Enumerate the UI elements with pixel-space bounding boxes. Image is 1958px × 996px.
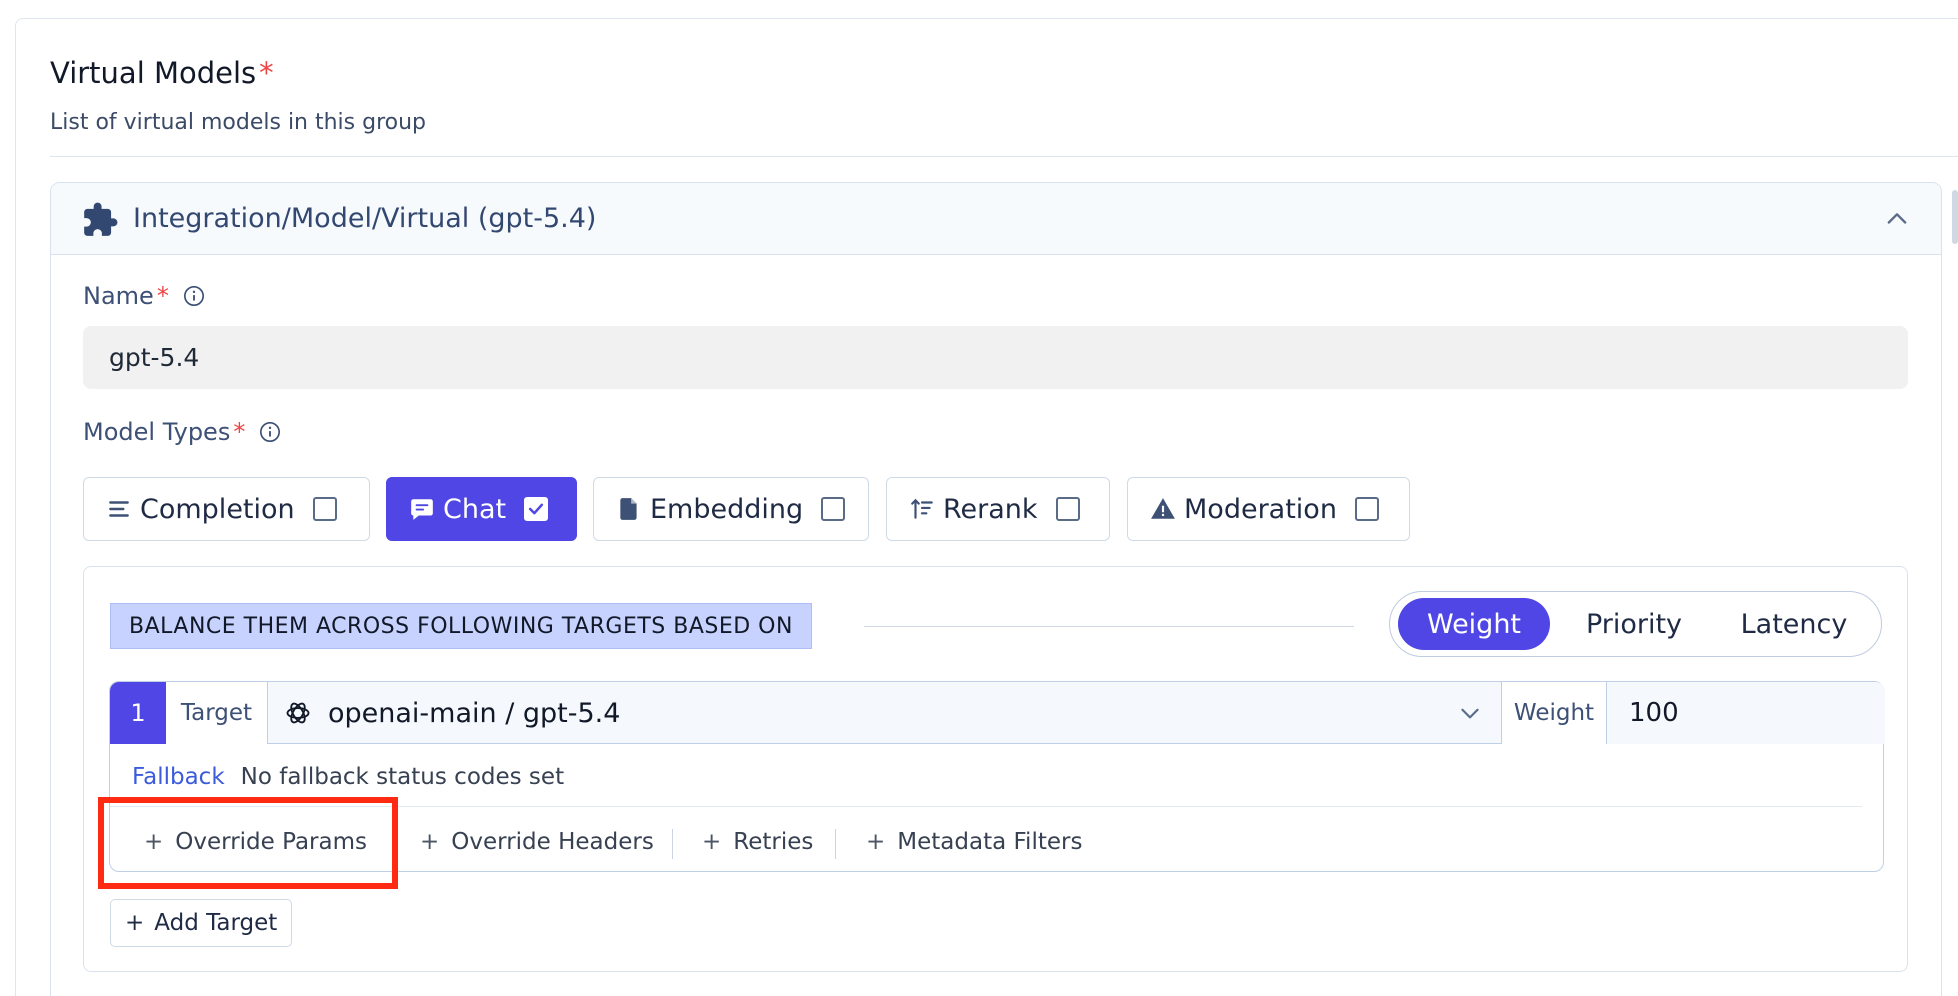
name-label: Name * <box>83 282 205 310</box>
target-model-value: openai-main / gpt-5.4 <box>328 697 621 729</box>
strategy-latency[interactable]: Latency <box>1718 598 1870 650</box>
target-model-select[interactable]: openai-main / gpt-5.4 <box>268 682 1501 744</box>
info-icon[interactable] <box>183 285 205 307</box>
model-type-label: Chat <box>443 493 507 525</box>
warning-icon <box>1151 498 1175 519</box>
rerank-checkbox[interactable] <box>1055 497 1080 521</box>
divider <box>50 156 1958 157</box>
accordion-title: Integration/Model/Virtual (gpt-5.4) <box>133 203 597 234</box>
plus-icon: + <box>125 910 145 936</box>
divider <box>864 626 1354 627</box>
sort-icon <box>911 498 933 519</box>
completion-checkbox[interactable] <box>312 497 337 521</box>
lines-icon <box>109 501 129 517</box>
model-type-moderation[interactable]: Moderation <box>1127 477 1410 541</box>
model-type-label: Moderation <box>1184 493 1337 525</box>
target-index: 1 <box>110 682 166 744</box>
scrollbar-edge[interactable] <box>1952 190 1958 244</box>
openai-icon <box>286 702 310 724</box>
strategy-weight[interactable]: Weight <box>1398 598 1550 650</box>
strategy-priority[interactable]: Priority <box>1558 598 1710 650</box>
name-input[interactable] <box>83 326 1908 389</box>
section-subtitle: List of virtual models in this group <box>50 110 427 135</box>
separator <box>672 829 673 859</box>
strategy-toggle: Weight Priority Latency <box>1389 591 1882 657</box>
highlight-box <box>98 797 398 889</box>
fallback-link[interactable]: Fallback <box>132 764 225 790</box>
puzzle-icon <box>84 202 118 236</box>
fallback-row: Fallback No fallback status codes set <box>132 764 564 790</box>
model-type-label: Rerank <box>943 493 1038 525</box>
model-type-label: Completion <box>140 493 295 525</box>
chevron-up-icon[interactable] <box>1883 205 1911 233</box>
target-tag: Target <box>166 682 268 744</box>
section-title: Virtual Models * <box>50 56 274 90</box>
model-type-label: Embedding <box>650 493 804 525</box>
weight-input[interactable]: 100 <box>1607 682 1885 744</box>
load-balance-panel: BALANCE THEM ACROSS FOLLOWING TARGETS BA… <box>83 566 1908 972</box>
moderation-checkbox[interactable] <box>1354 497 1379 521</box>
override-headers-button[interactable]: + Override Headers <box>420 817 654 867</box>
target-row: 1 Target openai-main / gpt-5.4 Weight 10… <box>110 682 1885 744</box>
retries-button[interactable]: + Retries <box>702 817 813 867</box>
model-type-chat[interactable]: Chat <box>386 477 577 541</box>
model-type-completion[interactable]: Completion <box>83 477 370 541</box>
accordion-header[interactable]: Integration/Model/Virtual (gpt-5.4) <box>51 183 1941 255</box>
model-types-label: Model Types * <box>83 418 281 446</box>
document-icon <box>620 498 637 520</box>
chat-icon <box>411 499 433 520</box>
plus-icon: + <box>866 829 886 855</box>
balance-label: BALANCE THEM ACROSS FOLLOWING TARGETS BA… <box>110 603 812 649</box>
model-type-rerank[interactable]: Rerank <box>886 477 1110 541</box>
separator <box>835 829 836 859</box>
weight-label: Weight <box>1501 682 1607 744</box>
metadata-filters-button[interactable]: + Metadata Filters <box>866 817 1082 867</box>
plus-icon: + <box>702 829 722 855</box>
fallback-status: No fallback status codes set <box>240 764 565 790</box>
info-icon[interactable] <box>259 421 281 443</box>
chevron-down-icon <box>1461 708 1479 719</box>
plus-icon: + <box>420 829 440 855</box>
model-type-embedding[interactable]: Embedding <box>593 477 869 541</box>
add-target-button[interactable]: + Add Target <box>110 899 293 947</box>
check-icon <box>529 503 544 515</box>
embedding-checkbox[interactable] <box>821 497 846 521</box>
chat-checkbox[interactable] <box>524 497 549 521</box>
